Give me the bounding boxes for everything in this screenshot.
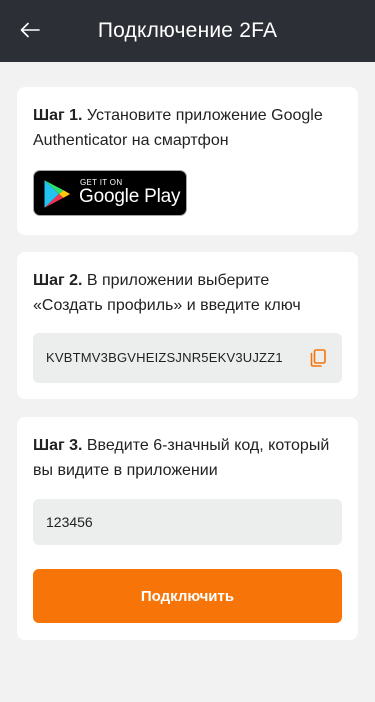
secret-key-field[interactable]: KVBTMV3BGVHEIZSJNR5EKV3UJZZ1	[33, 333, 342, 383]
step3-card: Шаг 3. Введите 6-значный код, который вы…	[17, 417, 358, 640]
badge-store-name: Google Play	[79, 186, 181, 207]
code-input[interactable]	[33, 499, 342, 545]
step1-description: Шаг 1. Установите приложение Google Auth…	[33, 103, 342, 153]
step2-card: Шаг 2. В приложении выберите «Создать пр…	[17, 252, 358, 399]
step2-label: Шаг 2.	[33, 272, 83, 289]
step3-label: Шаг 3.	[33, 437, 83, 454]
step3-description: Шаг 3. Введите 6-значный код, который вы…	[33, 433, 342, 483]
app-header: Подключение 2FA	[0, 0, 375, 62]
copy-icon[interactable]	[308, 348, 328, 368]
google-play-icon	[44, 180, 70, 208]
step2-description: Шаг 2. В приложении выберите «Создать пр…	[33, 268, 342, 318]
connect-button[interactable]: Подключить	[33, 569, 342, 623]
google-play-badge[interactable]: GET IT ON Google Play	[33, 170, 187, 216]
secret-key-value[interactable]: KVBTMV3BGVHEIZSJNR5EKV3UJZZ1	[46, 333, 283, 383]
page-title: Подключение 2FA	[97, 19, 278, 42]
step1-label: Шаг 1.	[33, 107, 83, 124]
step1-card: Шаг 1. Установите приложение Google Auth…	[17, 87, 358, 235]
